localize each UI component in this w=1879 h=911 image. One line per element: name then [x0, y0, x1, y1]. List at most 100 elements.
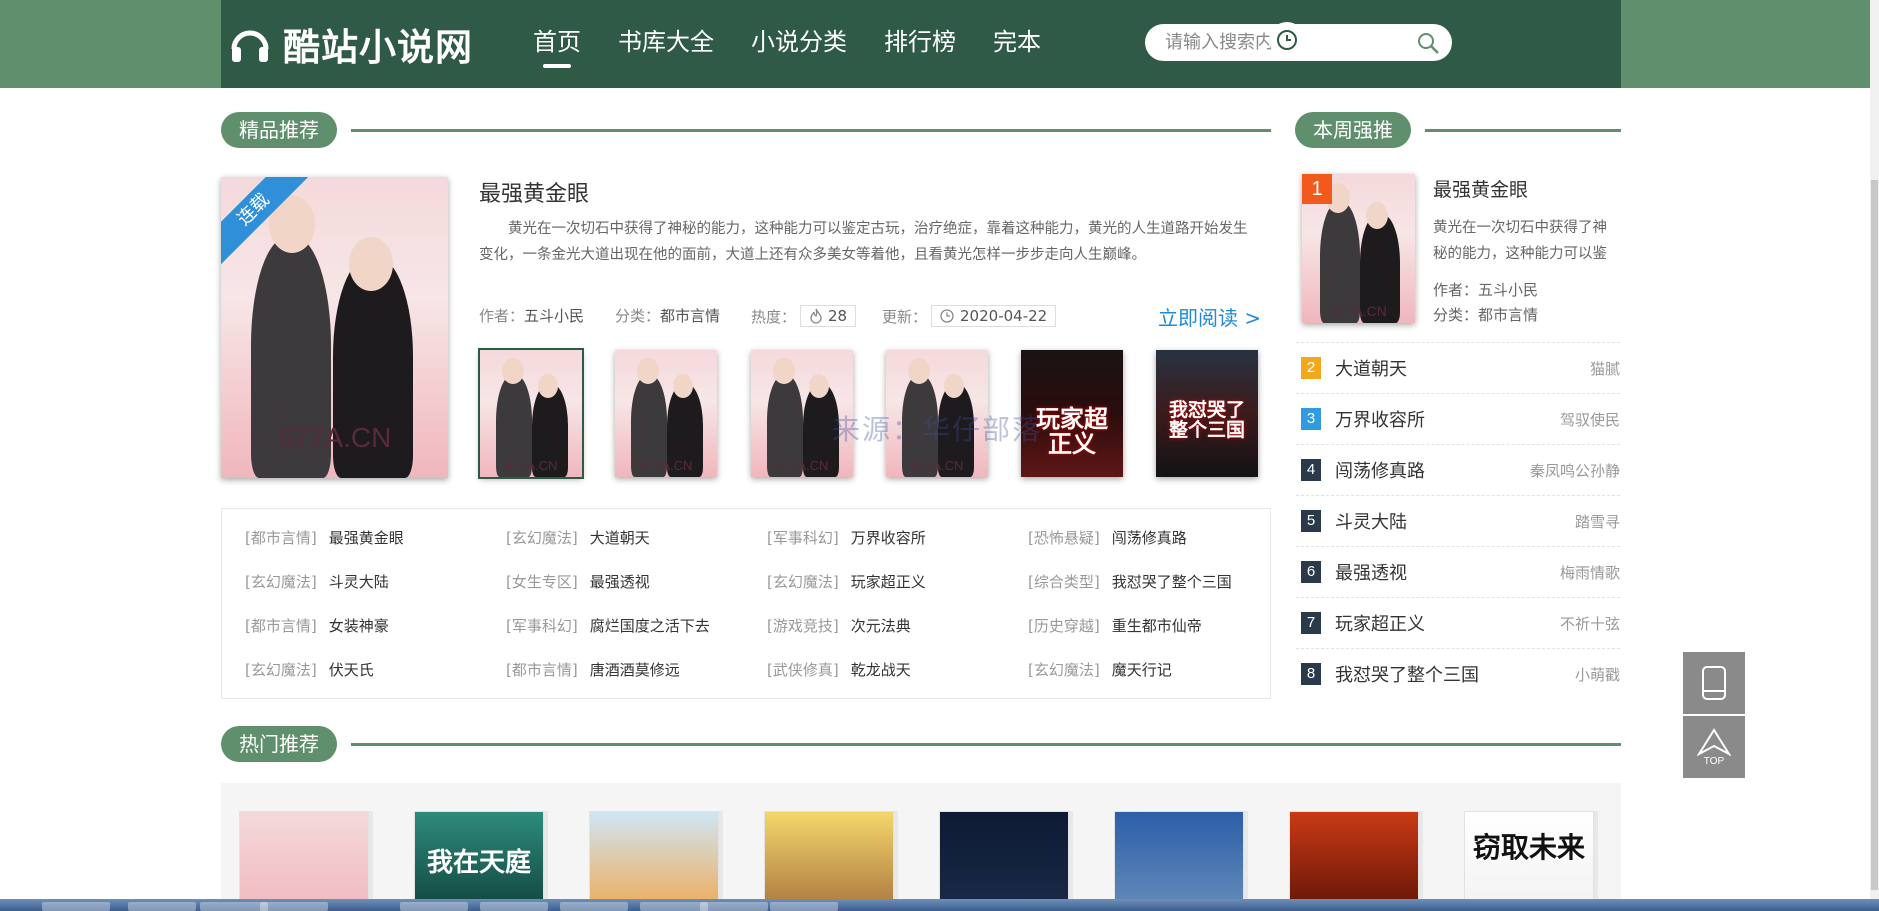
book-link[interactable]: 大道朝天: [590, 529, 650, 547]
featured-title[interactable]: 最强黄金眼: [479, 176, 589, 208]
book-link[interactable]: 唐酒酒莫修远: [590, 661, 680, 679]
author-value[interactable]: 五斗小民: [1478, 281, 1538, 299]
rank-title[interactable]: 万界收容所: [1335, 406, 1425, 432]
taskbar-button[interactable]: [400, 902, 468, 911]
taskbar-button[interactable]: [128, 902, 196, 911]
rank-author[interactable]: 不祈十弦: [1560, 613, 1620, 634]
category-tag[interactable]: [历史穿越]: [1028, 617, 1100, 635]
taskbar-button[interactable]: [260, 902, 328, 911]
book-link[interactable]: 最强黄金眼: [329, 529, 404, 547]
weekly-top-title[interactable]: 最强黄金眼: [1433, 175, 1528, 202]
rank-title[interactable]: 大道朝天: [1335, 355, 1407, 381]
category-tag[interactable]: [都市言情]: [245, 529, 317, 547]
category-tag[interactable]: [军事科幻]: [767, 529, 839, 547]
hot-book-cover[interactable]: [239, 811, 369, 911]
taskbar-button[interactable]: [42, 902, 110, 911]
taskbar-button[interactable]: [200, 902, 268, 911]
rank-row[interactable]: 3 万界收容所 驾驭使民: [1296, 393, 1620, 444]
hot-book-cover[interactable]: [939, 811, 1069, 911]
hot-book-cover[interactable]: 我在天庭: [414, 811, 544, 911]
rank-title[interactable]: 最强透视: [1335, 559, 1407, 585]
hot-book-cover[interactable]: [1289, 811, 1419, 911]
back-to-top-button[interactable]: TOP: [1683, 716, 1745, 778]
rank-number: 6: [1301, 561, 1321, 583]
rank-title[interactable]: 闯荡修真路: [1335, 457, 1425, 483]
hot-book-cover[interactable]: 窃取未来: [1464, 811, 1594, 911]
hot-book-cover[interactable]: [764, 811, 894, 911]
category-tag[interactable]: [综合类型]: [1028, 573, 1100, 591]
category-tag[interactable]: [都市言情]: [506, 661, 578, 679]
category-value[interactable]: 都市言情: [660, 305, 720, 326]
rank-row[interactable]: 5 斗灵大陆 踏雪寻: [1296, 495, 1620, 546]
search-icon[interactable]: [1416, 31, 1440, 55]
category-tag[interactable]: [都市言情]: [245, 617, 317, 635]
book-link[interactable]: 次元法典: [851, 617, 911, 635]
category-tag[interactable]: [军事科幻]: [506, 617, 578, 635]
rank-row[interactable]: 2 大道朝天 猫腻: [1296, 342, 1620, 393]
category-tag[interactable]: [恐怖悬疑]: [1028, 529, 1100, 547]
book-link[interactable]: 伏天氏: [329, 661, 374, 679]
category-tag[interactable]: [游戏竞技]: [767, 617, 839, 635]
nav-categories[interactable]: 小说分类: [751, 0, 847, 88]
rank-title[interactable]: 斗灵大陆: [1335, 508, 1407, 534]
book-link[interactable]: 最强透视: [590, 573, 650, 591]
rank-author[interactable]: 小萌戳: [1575, 664, 1620, 685]
rank-row[interactable]: 7 玩家超正义 不祈十弦: [1296, 597, 1620, 648]
category-tag[interactable]: [玄幻魔法]: [245, 573, 317, 591]
cover-title: 窃取未来: [1472, 831, 1585, 864]
weekly-top-cover[interactable]: 677A.CN 1: [1302, 174, 1415, 323]
book-link[interactable]: 万界收容所: [851, 529, 926, 547]
rank-row[interactable]: 6 最强透视 梅雨情歌: [1296, 546, 1620, 597]
category-tag[interactable]: [女生专区]: [506, 573, 578, 591]
mobile-button[interactable]: [1683, 652, 1745, 714]
hot-book-cover[interactable]: [589, 811, 719, 911]
book-link[interactable]: 斗灵大陆: [329, 573, 389, 591]
thumb-cover[interactable]: 我怼哭了整个三国: [1156, 350, 1258, 477]
book-link[interactable]: 玩家超正义: [851, 573, 926, 591]
hot-book-cover[interactable]: [1114, 811, 1244, 911]
nav-home[interactable]: 首页: [533, 0, 581, 88]
nav-completed[interactable]: 完本: [993, 0, 1041, 88]
category-tag[interactable]: [玄幻魔法]: [245, 661, 317, 679]
thumb-cover[interactable]: 677A.CN: [615, 350, 717, 477]
rank-author[interactable]: 猫腻: [1590, 358, 1620, 379]
featured-cover[interactable]: 677A.CN 连载: [221, 177, 448, 478]
rank-author[interactable]: 驾驭使民: [1560, 409, 1620, 430]
author-label: 作者：: [479, 307, 525, 325]
category-tag[interactable]: [武侠修真]: [767, 661, 839, 679]
book-link[interactable]: 魔天行记: [1112, 661, 1172, 679]
read-now-link[interactable]: 立即阅读 >: [1158, 302, 1261, 331]
rank-title[interactable]: 我怼哭了整个三国: [1335, 661, 1479, 687]
book-link[interactable]: 重生都市仙帝: [1112, 617, 1202, 635]
nav-library[interactable]: 书库大全: [618, 0, 714, 88]
taskbar-button[interactable]: [560, 902, 628, 911]
main-nav: 首页 书库大全 小说分类 排行榜 完本: [533, 0, 1078, 88]
taskbar-button[interactable]: [770, 902, 838, 911]
author-value[interactable]: 五斗小民: [524, 305, 584, 326]
book-link[interactable]: 腐烂国度之活下去: [590, 617, 710, 635]
book-link[interactable]: 我怼哭了整个三国: [1112, 573, 1232, 591]
rank-author[interactable]: 踏雪寻: [1575, 511, 1620, 532]
category-tag[interactable]: [玄幻魔法]: [767, 573, 839, 591]
rank-title[interactable]: 玩家超正义: [1335, 610, 1425, 636]
taskbar-button[interactable]: [480, 902, 548, 911]
scrollbar-thumb[interactable]: [1871, 180, 1878, 890]
book-link[interactable]: 闯荡修真路: [1112, 529, 1187, 547]
rank-row[interactable]: 8 我怼哭了整个三国 小萌戳: [1296, 648, 1620, 699]
category-value[interactable]: 都市言情: [1478, 306, 1538, 324]
site-logo[interactable]: 酷站小说网: [229, 17, 473, 71]
thumb-cover[interactable]: 677A.CN: [478, 348, 584, 479]
nav-ranking[interactable]: 排行榜: [884, 0, 956, 88]
taskbar-button[interactable]: [700, 902, 768, 911]
reading-history-button[interactable]: 阅读历史: [1269, 22, 1398, 58]
book-link[interactable]: 乾龙战天: [851, 661, 911, 679]
category-tag[interactable]: [玄幻魔法]: [506, 529, 578, 547]
rank-author[interactable]: 梅雨情歌: [1560, 562, 1620, 583]
cover-art: [773, 358, 795, 384]
book-link[interactable]: 女装神豪: [329, 617, 389, 635]
rank-row[interactable]: 4 闯荡修真路 秦凤鸣公孙静: [1296, 444, 1620, 495]
update-label: 更新：: [882, 307, 928, 326]
rank-author[interactable]: 秦凤鸣公孙静: [1530, 460, 1620, 481]
taskbar-button[interactable]: [640, 902, 708, 911]
category-tag[interactable]: [玄幻魔法]: [1028, 661, 1100, 679]
